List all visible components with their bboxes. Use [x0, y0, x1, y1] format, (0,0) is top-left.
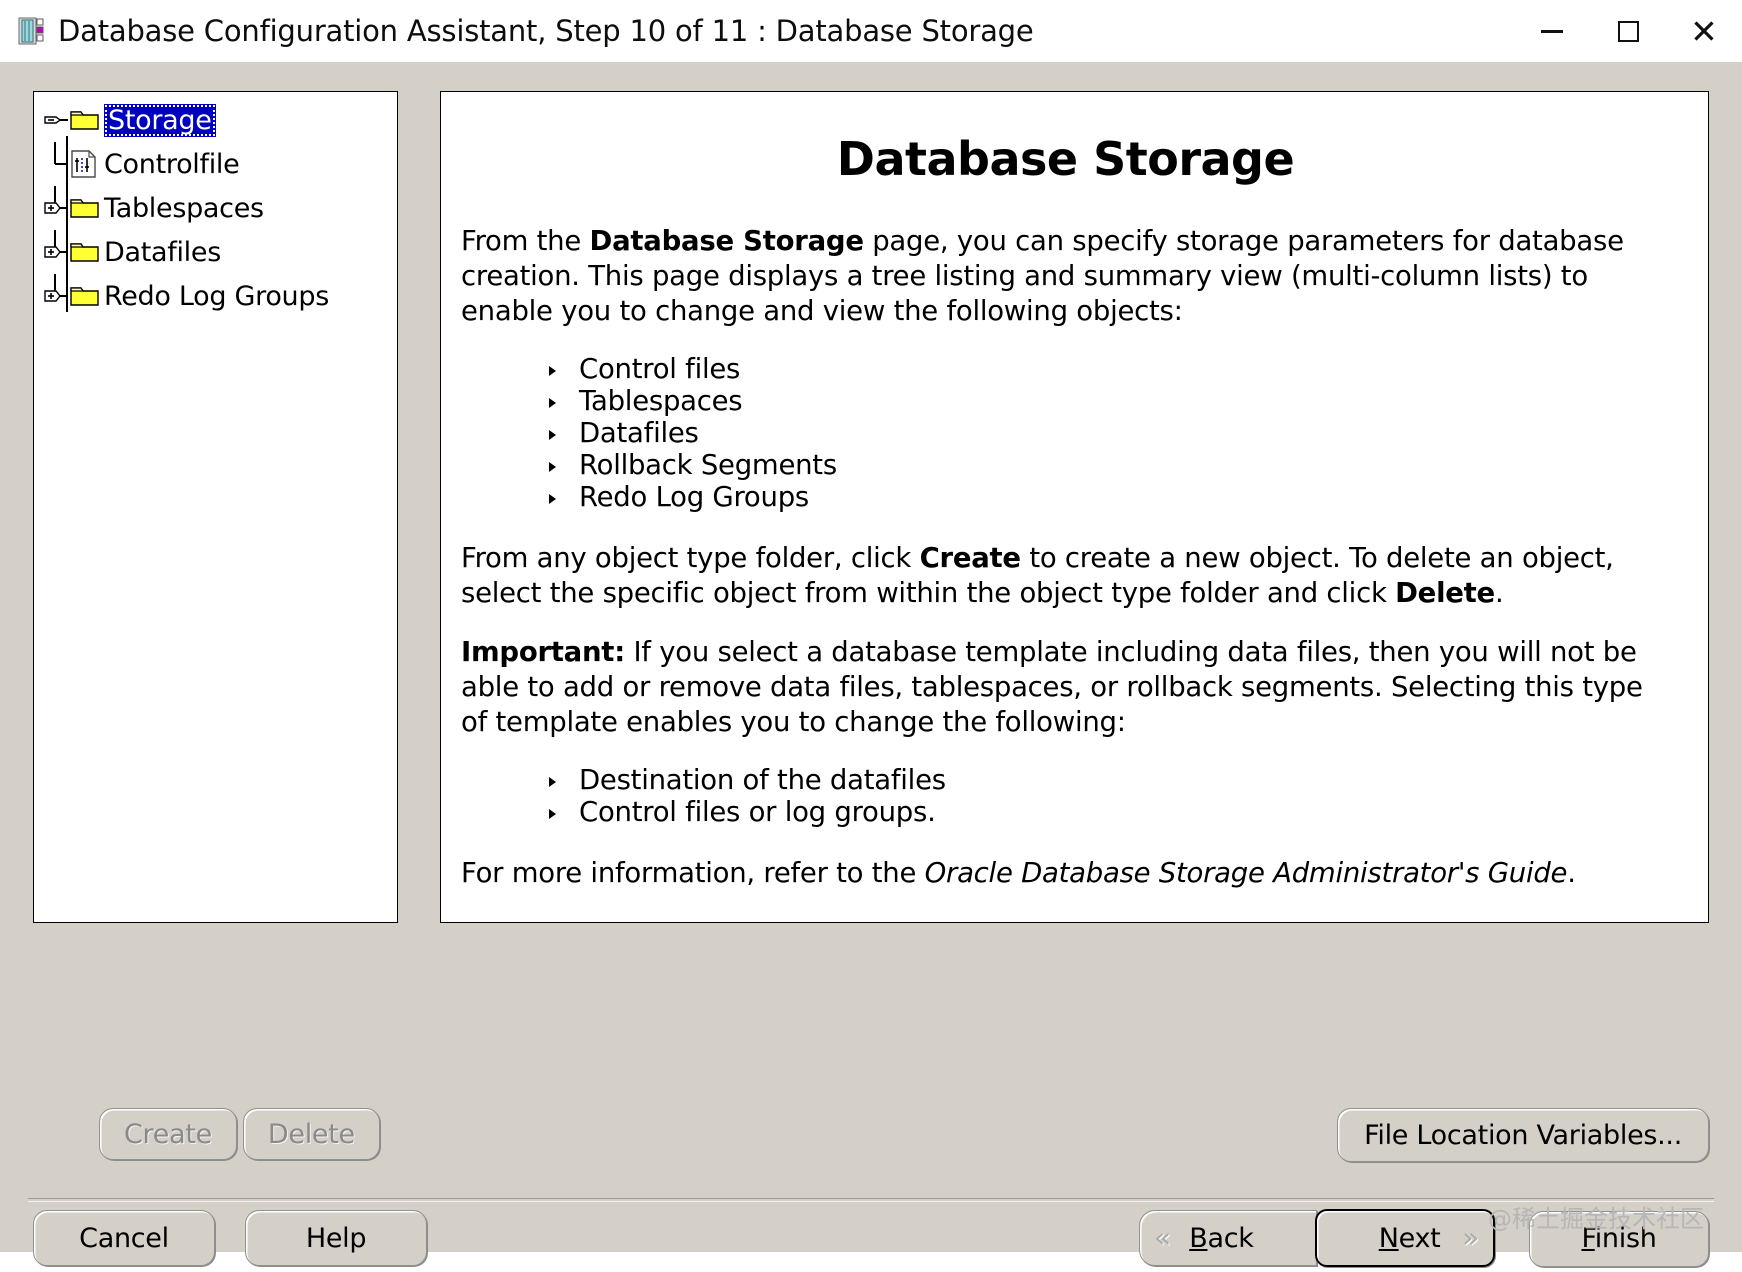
important-text: If you select a database template includ…: [461, 636, 1643, 738]
page-title: Database Storage: [836, 132, 1295, 186]
next-button[interactable]: Next »: [1315, 1209, 1495, 1267]
back-button-label: Back: [1189, 1222, 1254, 1254]
close-button[interactable]: ✕: [1666, 0, 1742, 62]
important-label: Important:: [461, 636, 625, 668]
object-actions-bar: Create Delete File Location Variables...: [0, 1102, 1742, 1190]
intro-pre: From the: [461, 225, 590, 257]
tree-node-datafiles[interactable]: Datafiles: [42, 230, 397, 274]
maximize-button[interactable]: [1590, 0, 1666, 62]
tree-node-label: Controlfile: [104, 148, 240, 180]
close-icon: ✕: [1690, 11, 1718, 51]
tree-node-redo-log-groups[interactable]: Redo Log Groups: [42, 274, 397, 318]
info-panel: Database Storage From the Database Stora…: [440, 91, 1709, 923]
cd-pre: From any object type folder, click: [461, 542, 920, 574]
wizard-navigation-bar: Cancel Help « Back Next » Finish: [0, 1209, 1742, 1272]
tree-node-label: Redo Log Groups: [104, 280, 329, 312]
changeable-items-list: Destination of the datafiles Control fil…: [461, 764, 1670, 828]
list-item: Control files: [545, 353, 1670, 385]
finish-mnemonic: F: [1581, 1223, 1595, 1254]
window-controls: ✕: [1514, 0, 1742, 62]
expand-plus-icon[interactable]: [42, 186, 68, 221]
help-button[interactable]: Help: [245, 1210, 427, 1266]
tree-branch-line: [42, 142, 68, 177]
tree-node-label: Storage: [104, 103, 216, 137]
tree-node-tablespaces[interactable]: Tablespaces: [42, 186, 397, 230]
folder-icon: [70, 196, 100, 220]
list-item: Redo Log Groups: [545, 481, 1670, 513]
minimize-icon: [1541, 29, 1563, 33]
back-button[interactable]: « Back: [1139, 1210, 1317, 1266]
mi-post: .: [1567, 857, 1576, 889]
window-title: Database Configuration Assistant, Step 1…: [58, 14, 1034, 48]
tree-node-label: Tablespaces: [104, 192, 264, 224]
nav-left-group: Cancel Help: [33, 1210, 427, 1266]
cd-bold-delete: Delete: [1395, 577, 1495, 609]
right-pane: Database Storage From the Database Stora…: [440, 62, 1742, 1102]
tree-node-label: Datafiles: [104, 236, 221, 268]
chevron-left-icon: «: [1154, 1221, 1171, 1254]
cd-post: .: [1494, 577, 1504, 609]
finish-rest: inish: [1594, 1223, 1657, 1254]
important-paragraph: Important: If you select a database temp…: [461, 635, 1670, 740]
chevron-right-icon: »: [1462, 1221, 1479, 1254]
back-next-group: « Back Next »: [1139, 1209, 1495, 1267]
delete-button[interactable]: Delete: [242, 1108, 380, 1160]
file-location-variables-group: File Location Variables...: [1337, 1108, 1709, 1162]
window-titlebar: Database Configuration Assistant, Step 1…: [0, 0, 1742, 63]
folder-icon: [70, 108, 100, 132]
finish-button[interactable]: Finish: [1529, 1210, 1709, 1267]
list-item: Tablespaces: [545, 385, 1670, 417]
create-delete-group: Create Delete: [99, 1108, 380, 1160]
list-item: Destination of the datafiles: [545, 764, 1670, 796]
expand-plus-icon[interactable]: [42, 230, 68, 265]
folder-icon: [70, 284, 100, 308]
tree-node-storage[interactable]: Storage: [42, 98, 397, 142]
next-button-label: Next: [1379, 1223, 1441, 1254]
intro-bold: Database Storage: [589, 225, 864, 257]
file-location-variables-button[interactable]: File Location Variables...: [1337, 1108, 1709, 1162]
mi-pre: For more information, refer to the: [461, 857, 925, 889]
collapse-minus-icon[interactable]: [42, 107, 68, 133]
folder-icon: [70, 240, 100, 264]
tree-node-controlfile[interactable]: Controlfile: [42, 142, 397, 186]
finish-button-label: Finish: [1581, 1223, 1656, 1254]
content-area: Storage Controlfile Tablespaces Datafile…: [0, 62, 1742, 1102]
cd-bold-create: Create: [919, 542, 1022, 574]
expand-plus-icon[interactable]: [42, 274, 68, 309]
list-item: Datafiles: [545, 417, 1670, 449]
footer-divider: [28, 1198, 1714, 1202]
next-mnemonic: N: [1378, 1222, 1399, 1254]
intro-paragraph: From the Database Storage page, you can …: [461, 224, 1670, 329]
list-item: Control files or log groups.: [545, 796, 1670, 828]
storage-tree[interactable]: Storage Controlfile Tablespaces Datafile…: [33, 91, 398, 923]
left-pane: Storage Controlfile Tablespaces Datafile…: [0, 62, 440, 1102]
back-rest: ack: [1207, 1222, 1254, 1254]
dialog-body: Storage Controlfile Tablespaces Datafile…: [0, 62, 1742, 1267]
create-delete-paragraph: From any object type folder, click Creat…: [461, 541, 1670, 611]
list-item: Rollback Segments: [545, 449, 1670, 481]
controlfile-document-icon: [70, 149, 98, 179]
more-info-paragraph: For more information, refer to the Oracl…: [461, 856, 1670, 891]
minimize-button[interactable]: [1514, 0, 1590, 62]
create-button[interactable]: Create: [99, 1108, 237, 1160]
guide-title: Oracle Database Storage Administrator's …: [924, 857, 1568, 889]
database-app-icon: [18, 16, 48, 46]
object-type-list: Control files Tablespaces Datafiles Roll…: [461, 353, 1670, 513]
next-rest: ext: [1398, 1222, 1441, 1254]
back-mnemonic: B: [1189, 1222, 1208, 1254]
cancel-button[interactable]: Cancel: [33, 1210, 215, 1266]
nav-right-group: « Back Next » Finish: [1139, 1209, 1709, 1267]
maximize-icon: [1617, 20, 1639, 42]
